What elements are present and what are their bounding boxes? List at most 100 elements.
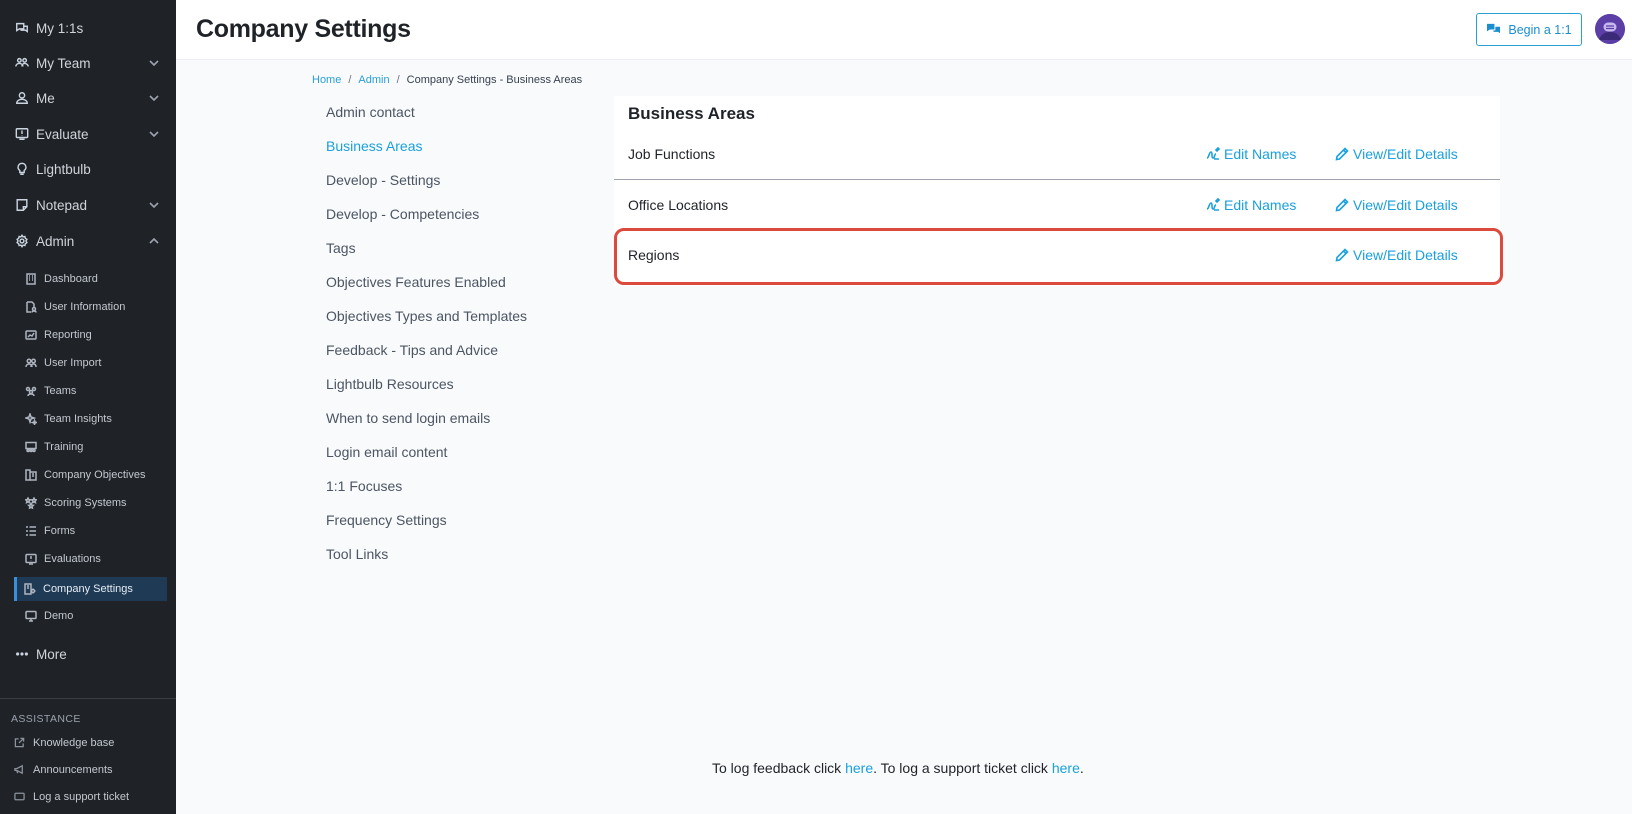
begin-1-1-button[interactable]: Begin a 1:1 <box>1476 13 1582 46</box>
sidebar: My 1:1s My Team Me Evaluate Lightbulb No… <box>0 0 176 814</box>
gear-icon <box>14 233 30 249</box>
user-import-icon <box>24 356 38 370</box>
chevron-down-icon <box>148 92 160 104</box>
settings-link-1-1-focuses[interactable]: 1:1 Focuses <box>326 478 402 494</box>
sidebar-divider <box>0 698 176 699</box>
edit-names-label: Edit Names <box>1224 146 1297 162</box>
sidebar-item-label: Training <box>44 441 84 453</box>
admin-item-teams[interactable]: Teams <box>24 380 168 402</box>
view-edit-label: View/Edit Details <box>1353 197 1458 213</box>
sidebar-item-label: My Team <box>36 55 91 71</box>
pencil-icon <box>1335 147 1349 161</box>
settings-link-develop-competencies[interactable]: Develop - Competencies <box>326 206 479 222</box>
breadcrumb-home-link[interactable]: Home <box>312 74 341 86</box>
sidebar-item-label: Admin <box>36 233 75 249</box>
admin-item-scoring-systems[interactable]: Scoring Systems <box>24 492 168 514</box>
scoring-icon <box>24 496 38 510</box>
admin-item-user-information[interactable]: User Information <box>24 296 168 318</box>
feedback-link[interactable]: here <box>845 760 873 776</box>
admin-item-company-settings[interactable]: Company Settings <box>14 577 167 601</box>
view-edit-details-button[interactable]: View/Edit Details <box>1335 146 1458 162</box>
footer-text: . To log a support ticket click <box>873 760 1052 776</box>
monitor-icon <box>24 609 38 623</box>
sidebar-item-my-1-1s[interactable]: My 1:1s <box>14 16 164 40</box>
pencil-icon <box>1335 198 1349 212</box>
sidebar-item-label: Company Objectives <box>44 469 146 481</box>
sidebar-item-label: User Information <box>44 301 126 313</box>
sidebar-item-label: Reporting <box>44 329 92 341</box>
settings-link-tool-links[interactable]: Tool Links <box>326 546 388 562</box>
admin-item-team-insights[interactable]: Team Insights <box>24 408 168 430</box>
settings-link-lightbulb-resources[interactable]: Lightbulb Resources <box>326 376 454 392</box>
view-edit-details-button[interactable]: View/Edit Details <box>1335 197 1458 213</box>
settings-link-objectives-features[interactable]: Objectives Features Enabled <box>326 274 506 290</box>
settings-link-develop-settings[interactable]: Develop - Settings <box>326 172 440 188</box>
admin-item-demo[interactable]: Demo <box>24 605 168 627</box>
evaluate-icon <box>14 126 30 142</box>
breadcrumb-admin-link[interactable]: Admin <box>358 74 389 86</box>
sidebar-item-evaluate[interactable]: Evaluate <box>14 122 164 146</box>
assistance-label: Log a support ticket <box>33 791 130 803</box>
settings-icon <box>23 582 37 596</box>
admin-item-training[interactable]: Training <box>24 436 168 458</box>
sidebar-item-label: Demo <box>44 610 74 622</box>
sidebar-item-label: Company Settings <box>43 583 133 595</box>
user-info-icon <box>24 300 38 314</box>
sidebar-item-label: Evaluate <box>36 126 89 142</box>
admin-item-dashboard[interactable]: Dashboard <box>24 268 168 290</box>
edit-names-button[interactable]: Edit Names <box>1206 146 1296 162</box>
ticket-icon <box>14 791 26 803</box>
settings-link-objectives-types[interactable]: Objectives Types and Templates <box>326 308 527 324</box>
admin-item-reporting[interactable]: Reporting <box>24 324 168 346</box>
support-ticket-link[interactable]: here <box>1052 760 1080 776</box>
chevron-down-icon <box>148 128 160 140</box>
sidebar-item-label: Lightbulb <box>36 161 91 177</box>
sidebar-item-more[interactable]: More <box>14 642 164 666</box>
chevron-down-icon <box>148 199 160 211</box>
settings-link-frequency-settings[interactable]: Frequency Settings <box>326 512 447 528</box>
settings-link-login-emails-timing[interactable]: When to send login emails <box>326 410 490 426</box>
evaluation-icon <box>24 552 38 566</box>
assistance-support-ticket[interactable]: Log a support ticket <box>14 788 129 806</box>
sidebar-item-me[interactable]: Me <box>14 86 164 110</box>
megaphone-icon <box>14 764 26 776</box>
business-areas-title: Business Areas <box>628 104 755 123</box>
sidebar-item-label: Me <box>36 90 55 106</box>
header: Company Settings Begin a 1:1 <box>176 0 1632 60</box>
sidebar-item-admin[interactable]: Admin <box>14 229 164 253</box>
admin-item-forms[interactable]: Forms <box>24 520 168 542</box>
view-edit-label: View/Edit Details <box>1353 146 1458 162</box>
sidebar-item-my-team[interactable]: My Team <box>14 51 164 75</box>
sidebar-item-label: Notepad <box>36 197 88 213</box>
signature-icon <box>1206 147 1220 160</box>
admin-item-evaluations[interactable]: Evaluations <box>24 548 168 570</box>
assistance-knowledge-base[interactable]: Knowledge base <box>14 734 114 752</box>
settings-link-feedback-tips[interactable]: Feedback - Tips and Advice <box>326 342 498 358</box>
settings-link-admin-contact[interactable]: Admin contact <box>326 104 415 120</box>
sidebar-item-label: My 1:1s <box>36 20 84 36</box>
begin-1-1-label: Begin a 1:1 <box>1508 22 1572 37</box>
user-avatar-icon <box>1595 14 1625 44</box>
settings-link-business-areas[interactable]: Business Areas <box>326 138 423 154</box>
admin-item-user-import[interactable]: User Import <box>24 352 168 374</box>
team-icon <box>14 55 30 71</box>
lightbulb-icon <box>14 161 30 177</box>
notepad-icon <box>14 197 30 213</box>
business-area-label: Job Functions <box>628 146 716 162</box>
assistance-label: Announcements <box>33 764 113 776</box>
sidebar-item-notepad[interactable]: Notepad <box>14 193 164 217</box>
avatar[interactable] <box>1595 14 1625 44</box>
settings-link-login-email-content[interactable]: Login email content <box>326 444 447 460</box>
page-title: Company Settings <box>196 15 411 43</box>
sidebar-item-label: Evaluations <box>44 553 101 565</box>
settings-link-tags[interactable]: Tags <box>326 240 356 256</box>
assistance-label: Knowledge base <box>33 737 115 749</box>
breadcrumb-separator: / <box>396 74 400 86</box>
chat-bubbles-icon <box>1487 23 1501 34</box>
assistance-announcements[interactable]: Announcements <box>14 761 113 779</box>
sidebar-item-lightbulb[interactable]: Lightbulb <box>14 157 164 181</box>
footer-text: . <box>1079 760 1084 776</box>
edit-names-button[interactable]: Edit Names <box>1206 197 1296 213</box>
admin-item-company-objectives[interactable]: Company Objectives <box>24 464 168 486</box>
sidebar-item-label: Teams <box>44 385 77 397</box>
